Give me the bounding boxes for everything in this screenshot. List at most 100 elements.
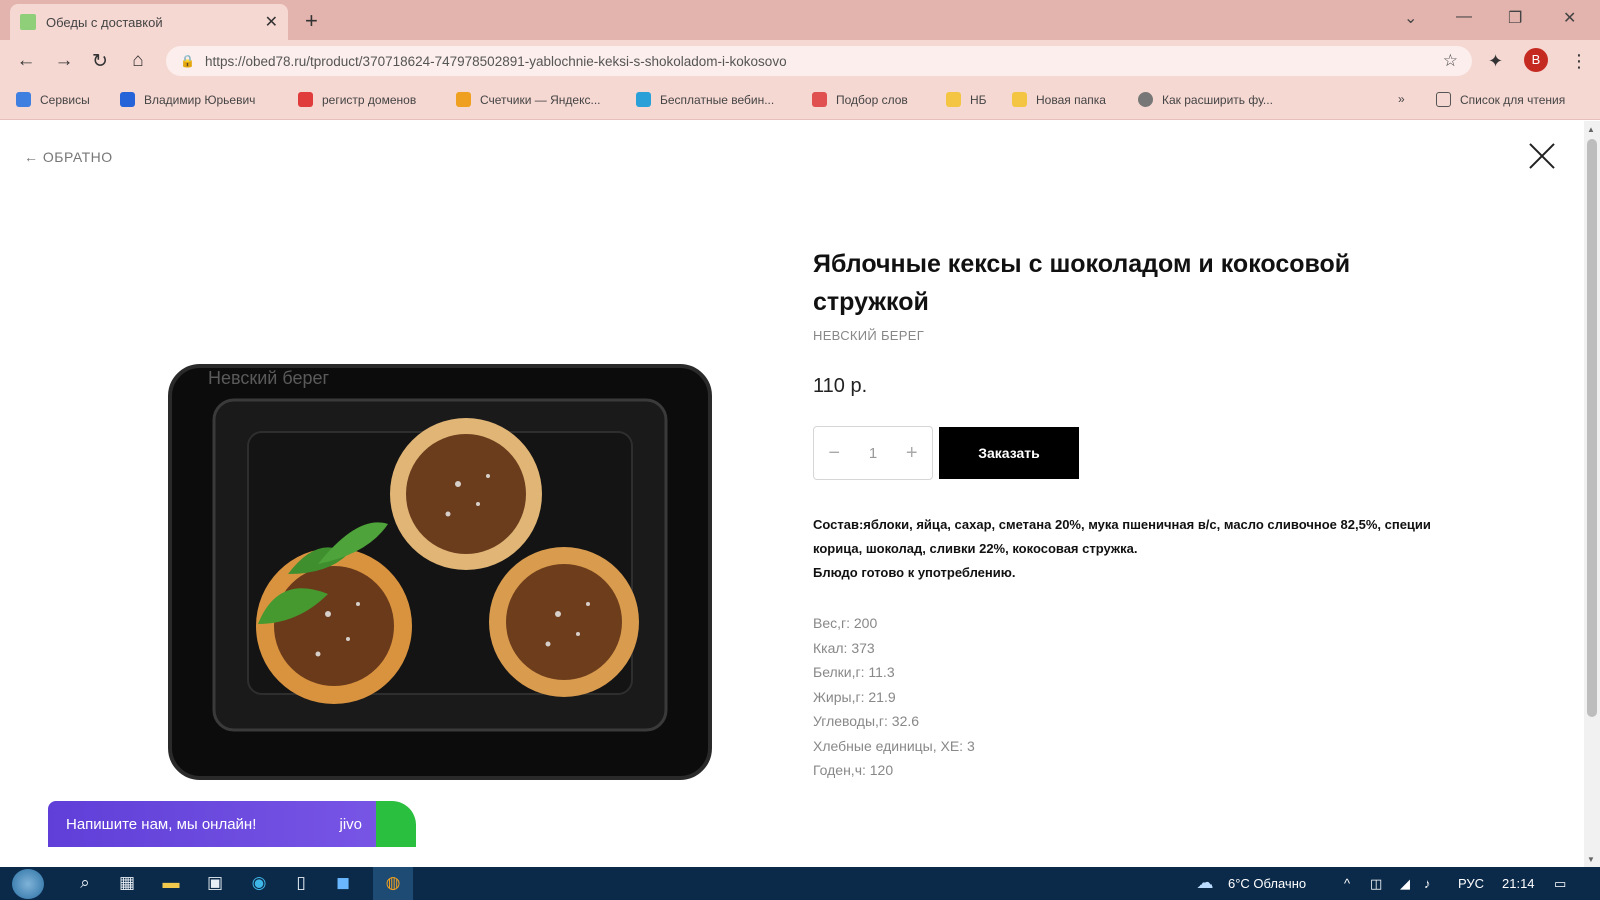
- bookmark-item[interactable]: Подбор слов: [812, 92, 908, 107]
- chat-status-badge: [376, 801, 416, 847]
- browser-tab[interactable]: Обеды с доставкой ✕: [10, 4, 288, 40]
- bookmark-item[interactable]: Бесплатные вебин...: [636, 92, 774, 107]
- tab-close-icon[interactable]: ✕: [265, 12, 278, 32]
- new-tab-button[interactable]: +: [305, 8, 318, 34]
- reading-list-icon: [1436, 92, 1451, 107]
- nutrition-weight: Вес,г: 200: [813, 615, 878, 631]
- volume-icon[interactable]: ♪: [1424, 876, 1431, 891]
- weather-icon[interactable]: ☁: [1194, 872, 1216, 894]
- quantity-plus-button[interactable]: +: [906, 442, 918, 465]
- folder-icon: [946, 92, 961, 107]
- extensions-icon[interactable]: ✦: [1488, 51, 1503, 72]
- reading-list-button[interactable]: Список для чтения: [1436, 92, 1565, 107]
- bookmark-item[interactable]: Новая папка: [1012, 92, 1106, 107]
- bookmark-item[interactable]: Владимир Юрьевич: [120, 92, 255, 107]
- product-title: Яблочные кексы с шоколадом и кокосовой с…: [813, 250, 1351, 316]
- description-composition: Состав:яблоки, яйца, сахар, сметана 20%,…: [813, 517, 1431, 556]
- bookmark-star-icon[interactable]: ☆: [1443, 51, 1458, 71]
- quantity-input[interactable]: 1: [869, 445, 877, 462]
- bookmark-item[interactable]: НБ: [946, 92, 987, 107]
- bookmark-label: Подбор слов: [836, 92, 908, 107]
- more-bookmarks-icon[interactable]: »: [1398, 92, 1405, 106]
- folder-icon: [1012, 92, 1027, 107]
- bookmark-label: Как расширить фу...: [1162, 92, 1273, 107]
- bookmark-label: Сервисы: [40, 92, 90, 107]
- lock-icon[interactable]: 🔒: [180, 54, 195, 68]
- start-button[interactable]: [12, 869, 44, 899]
- jivo-logo: jivo: [339, 815, 362, 833]
- chat-widget-button[interactable]: Напишите нам, мы онлайн! jivo: [48, 801, 416, 847]
- page-scrollbar[interactable]: ▲ ▼: [1584, 121, 1600, 867]
- tab-search-icon[interactable]: ⌄: [1404, 8, 1417, 28]
- window-close-button[interactable]: ✕: [1563, 8, 1576, 28]
- product-brand: НЕВСКИЙ БЕРЕГ: [813, 328, 925, 343]
- bookmark-item[interactable]: Счетчики — Яндекс...: [456, 92, 601, 107]
- bookmark-icon: [1138, 92, 1153, 107]
- reading-list-label: Список для чтения: [1460, 92, 1566, 107]
- file-explorer-icon[interactable]: ▬: [160, 872, 182, 894]
- bookmark-label: Бесплатные вебин...: [660, 92, 775, 107]
- bookmark-icon: [456, 92, 471, 107]
- wifi-icon[interactable]: ◢: [1400, 876, 1410, 892]
- reload-icon[interactable]: ↻: [88, 50, 112, 73]
- bookmark-label: Счетчики — Яндекс...: [480, 92, 601, 107]
- chrome-taskbar-button[interactable]: ◍: [373, 867, 413, 900]
- address-bar[interactable]: 🔒 https://obed78.ru/tproduct/370718624-7…: [166, 46, 1472, 76]
- nutrition-protein: Белки,г: 11.3: [813, 664, 895, 680]
- scroll-up-icon[interactable]: ▲: [1587, 125, 1595, 134]
- bookmark-icon: [636, 92, 651, 107]
- bookmark-label: регистр доменов: [322, 92, 417, 107]
- bookmark-icon: [298, 92, 313, 107]
- product-price: 110 р.: [813, 375, 868, 397]
- nutrition-shelf-life: Годен,ч: 120: [813, 762, 894, 778]
- home-icon[interactable]: ⌂: [126, 50, 150, 72]
- bookmark-label: Новая папка: [1036, 92, 1106, 107]
- apps-icon: [16, 92, 31, 107]
- close-icon[interactable]: [1524, 139, 1560, 175]
- task-view-icon[interactable]: ▦: [116, 872, 138, 894]
- clock[interactable]: 21:14: [1502, 876, 1535, 891]
- notifications-icon[interactable]: ▭: [1554, 876, 1566, 892]
- order-button[interactable]: Заказать: [939, 427, 1079, 479]
- scroll-down-icon[interactable]: ▼: [1587, 855, 1595, 864]
- bookmark-icon: [812, 92, 827, 107]
- image-watermark: Невский берег: [208, 368, 329, 388]
- product-photo: Невский берег: [168, 364, 712, 780]
- url-text[interactable]: https://obed78.ru/tproduct/370718624-747…: [205, 54, 1443, 69]
- chrome-icon: ◍: [385, 873, 401, 892]
- site-favicon-icon: [20, 14, 36, 30]
- network-icon[interactable]: ◫: [1370, 876, 1382, 892]
- quantity-minus-button[interactable]: −: [828, 442, 840, 465]
- bookmark-item[interactable]: Сервисы: [16, 92, 90, 107]
- chat-label: Напишите нам, мы онлайн!: [66, 815, 257, 833]
- store-icon[interactable]: ▣: [204, 872, 226, 894]
- scrollbar-thumb[interactable]: [1587, 139, 1597, 717]
- forward-arrow-icon[interactable]: →: [52, 50, 76, 72]
- nutrition-fat: Жиры,г: 21.9: [813, 688, 896, 705]
- app-icon[interactable]: ◼: [332, 872, 354, 894]
- browser-toolbar: ← → ↻ ⌂ 🔒 https://obed78.ru/tproduct/370…: [0, 40, 1600, 82]
- profile-avatar[interactable]: В: [1524, 48, 1548, 72]
- edge-icon[interactable]: ◉: [248, 872, 270, 894]
- nutrition-kcal: Ккал: 373: [813, 639, 875, 656]
- weather-text[interactable]: 6°C Облачно: [1228, 876, 1306, 891]
- bookmark-label: НБ: [970, 92, 987, 107]
- menu-kebab-icon[interactable]: ⋮: [1570, 51, 1588, 72]
- tab-title: Обеды с доставкой: [46, 14, 163, 30]
- search-icon[interactable]: ⌕: [74, 872, 96, 894]
- bookmark-item[interactable]: регистр доменов: [298, 92, 416, 107]
- app-icon[interactable]: ▯: [290, 872, 312, 894]
- back-link[interactable]: ← ОБРАТНО: [24, 149, 113, 165]
- product-page: ← ОБРАТНО Невский берег Яблочные кексы с…: [0, 121, 1584, 867]
- language-indicator[interactable]: РУС: [1458, 876, 1484, 891]
- bookmarks-bar: Сервисы Владимир Юрьевич регистр доменов…: [0, 82, 1600, 120]
- product-description: Состав:яблоки, яйца, сахар, сметана 20%,…: [813, 513, 1433, 585]
- bookmark-item[interactable]: Как расширить фу...: [1138, 92, 1273, 107]
- description-ready-note: Блюдо готово к употреблению.: [813, 565, 1016, 580]
- minimize-button[interactable]: —: [1456, 8, 1472, 26]
- back-arrow-icon[interactable]: ←: [14, 50, 38, 72]
- tray-chevron-icon[interactable]: ^: [1344, 876, 1350, 891]
- restore-button[interactable]: ❐: [1508, 8, 1522, 28]
- os-taskbar: ⌕ ▦ ▬ ▣ ◉ ▯ ◼ ◍ ☁ 6°C Облачно ^ ◫ ◢ ♪ РУ…: [0, 867, 1600, 900]
- nutrition-list: Вес,г: 200 Ккал: 373 Белки,г: 11.3 Жиры,…: [813, 611, 975, 783]
